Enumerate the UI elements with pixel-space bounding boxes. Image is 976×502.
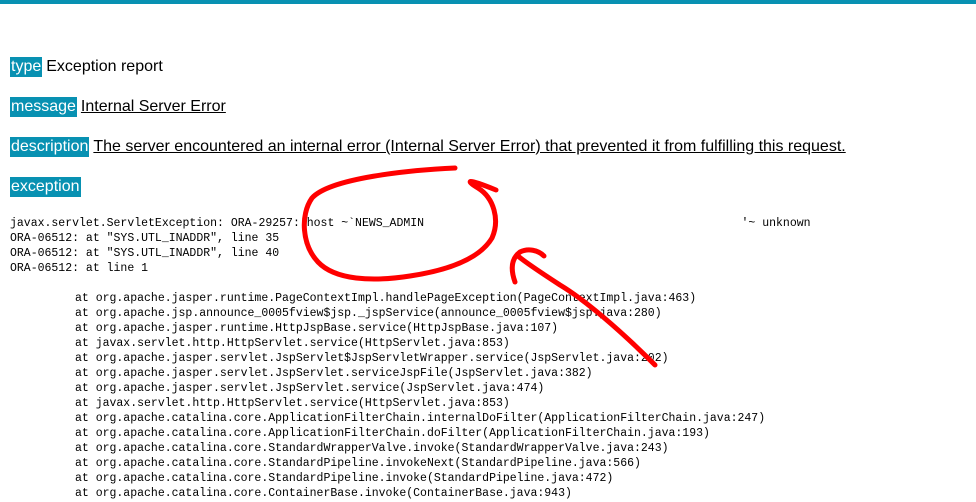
stack-frame: at org.apache.jasper.runtime.PageContext… xyxy=(75,292,697,305)
stack-frame: at org.apache.jsp.announce_0005fview$jsp… xyxy=(75,307,662,320)
exception-line: javax.servlet.ServletException: ORA-2925… xyxy=(10,217,811,230)
stack-frame: at org.apache.catalina.core.StandardPipe… xyxy=(75,457,641,470)
stack-frame: at javax.servlet.http.HttpServlet.servic… xyxy=(75,337,510,350)
stack-frame: at org.apache.jasper.runtime.HttpJspBase… xyxy=(75,322,559,335)
stack-frame: at org.apache.jasper.servlet.JspServlet$… xyxy=(75,352,669,365)
type-value: Exception report xyxy=(46,58,163,75)
report-exception-row: exception xyxy=(10,177,85,197)
stack-trace: at org.apache.jasper.runtime.PageContext… xyxy=(75,291,765,501)
stack-frame: at org.apache.catalina.core.ContainerBas… xyxy=(75,487,572,500)
stack-frame: at org.apache.catalina.core.ApplicationF… xyxy=(75,412,766,425)
report-type-row: type Exception report xyxy=(10,57,163,77)
top-accent-bar xyxy=(0,0,976,4)
message-value: Internal Server Error xyxy=(80,98,226,115)
description-value: The server encountered an internal error… xyxy=(93,138,846,155)
message-label: message xyxy=(10,97,77,117)
stack-frame: at org.apache.catalina.core.StandardPipe… xyxy=(75,472,614,485)
description-label: description xyxy=(10,137,90,157)
type-label: type xyxy=(10,57,43,77)
exception-line: ORA-06512: at line 1 xyxy=(10,262,149,275)
exception-line: ORA-06512: at "SYS.UTL_INADDR", line 35 xyxy=(10,232,280,245)
stack-frame: at org.apache.jasper.servlet.JspServlet.… xyxy=(75,367,593,380)
exception-label: exception xyxy=(10,177,81,197)
exception-message: javax.servlet.ServletException: ORA-2925… xyxy=(10,216,811,276)
report-message-row: message Internal Server Error xyxy=(10,97,226,117)
stack-frame: at javax.servlet.http.HttpServlet.servic… xyxy=(75,397,510,410)
stack-frame: at org.apache.catalina.core.ApplicationF… xyxy=(75,427,710,440)
report-description-row: description The server encountered an int… xyxy=(10,137,846,157)
stack-frame: at org.apache.catalina.core.StandardWrap… xyxy=(75,442,669,455)
stack-frame: at org.apache.jasper.servlet.JspServlet.… xyxy=(75,382,545,395)
exception-line: ORA-06512: at "SYS.UTL_INADDR", line 40 xyxy=(10,247,280,260)
